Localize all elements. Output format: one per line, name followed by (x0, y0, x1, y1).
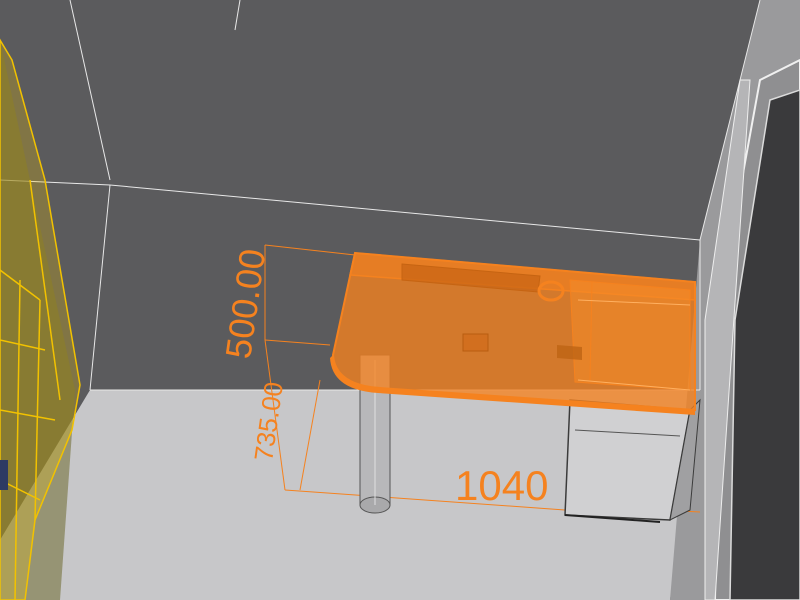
book-icon (0, 460, 8, 490)
width-dimension-label: 1040 (455, 462, 548, 509)
selected-desk[interactable] (330, 251, 696, 415)
scene-canvas[interactable]: 500.00 735.00 1040 (0, 0, 800, 600)
3d-viewport[interactable]: 500.00 735.00 1040 (0, 0, 800, 600)
drawer-cabinet[interactable] (564, 398, 701, 523)
